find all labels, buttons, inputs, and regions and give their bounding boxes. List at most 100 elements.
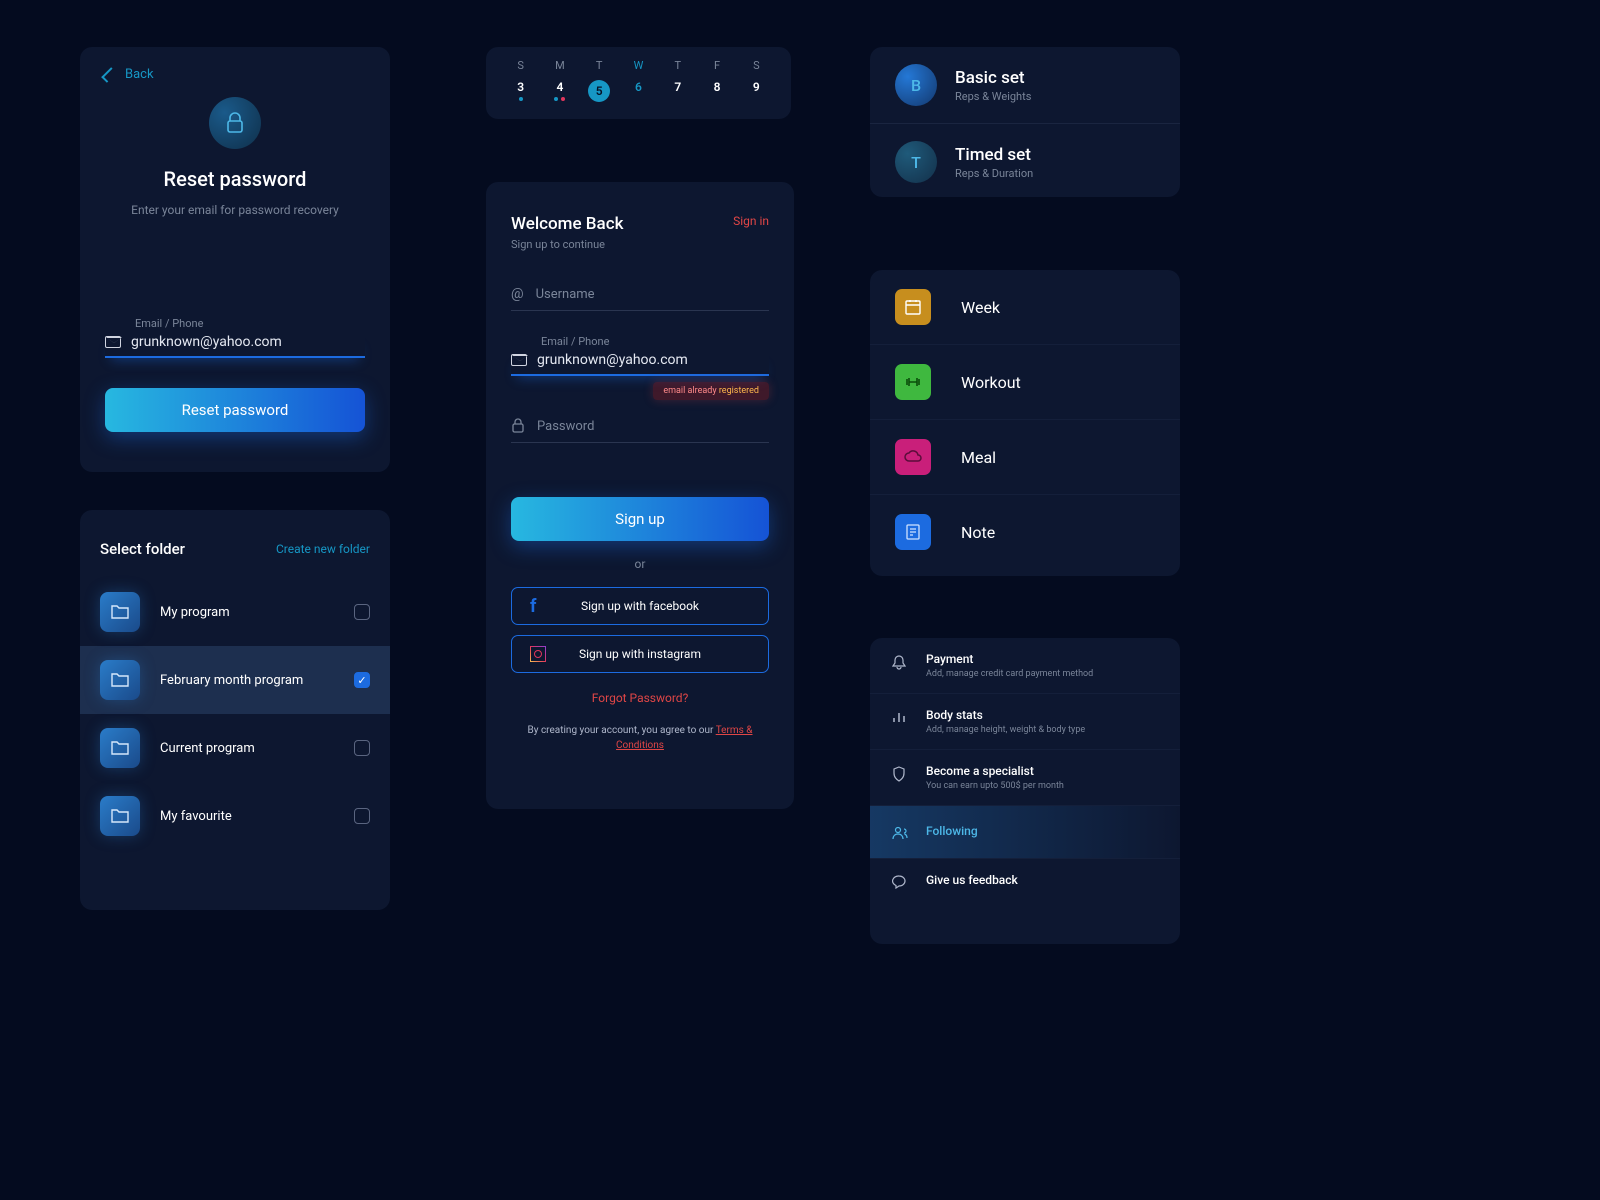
- folder-label: Current program: [160, 741, 334, 756]
- or-separator: or: [511, 557, 769, 571]
- signin-link[interactable]: Sign in: [733, 214, 769, 228]
- password-field[interactable]: Password: [511, 418, 769, 443]
- set-subtitle: Reps & Weights: [955, 90, 1031, 103]
- cal-day-label: M: [545, 59, 575, 72]
- category-item-week[interactable]: Week: [870, 270, 1180, 345]
- folder-label: My program: [160, 605, 334, 620]
- cal-date[interactable]: 4: [545, 80, 575, 102]
- cal-day-label: F: [702, 59, 732, 72]
- calendar-icon: [895, 289, 931, 325]
- folder-label: February month program: [160, 673, 334, 688]
- signup-email-input[interactable]: [537, 352, 769, 368]
- setting-item-following[interactable]: Following: [870, 806, 1180, 859]
- chevron-left-icon: [101, 67, 117, 83]
- email-input[interactable]: [131, 334, 365, 350]
- setting-title: Body stats: [926, 708, 1085, 722]
- folder-item[interactable]: My favourite: [80, 782, 390, 850]
- cal-day-label: S: [741, 59, 771, 72]
- error-badge: email already registered: [653, 382, 769, 400]
- cal-day-label: T: [663, 59, 693, 72]
- set-subtitle: Reps & Duration: [955, 167, 1033, 180]
- reset-subtitle: Enter your email for password recovery: [105, 203, 365, 217]
- category-item-note[interactable]: Note: [870, 495, 1180, 569]
- reset-password-card: Back Reset password Enter your email for…: [80, 47, 390, 472]
- shield-icon: [892, 766, 908, 782]
- chat-icon: [892, 875, 908, 889]
- folder-item[interactable]: Current program: [80, 714, 390, 782]
- email-label: Email / Phone: [541, 335, 769, 348]
- reset-title: Reset password: [105, 167, 365, 191]
- setting-item-bodystats[interactable]: Body stats Add, manage height, weight & …: [870, 694, 1180, 750]
- signup-subtitle: Sign up to continue: [511, 238, 769, 251]
- back-label: Back: [125, 67, 154, 82]
- mail-icon: [105, 336, 121, 348]
- signup-card: Welcome Back Sign in Sign up to continue…: [486, 182, 794, 809]
- username-placeholder: Username: [536, 287, 595, 302]
- instagram-signup-button[interactable]: Sign up with instagram: [511, 635, 769, 673]
- cal-day-label: W: [623, 59, 653, 72]
- category-label: Week: [961, 298, 1000, 317]
- folder-label: My favourite: [160, 809, 334, 824]
- username-field[interactable]: @ Username: [511, 286, 769, 311]
- setting-title: Following: [926, 824, 978, 838]
- cal-day-label: S: [506, 59, 536, 72]
- cal-date[interactable]: 6: [623, 80, 653, 102]
- lock-icon: [511, 418, 525, 434]
- password-placeholder: Password: [537, 419, 594, 434]
- cal-day-label: T: [584, 59, 614, 72]
- set-item-basic[interactable]: B Basic set Reps & Weights: [870, 47, 1180, 124]
- folder-checkbox[interactable]: [354, 740, 370, 756]
- facebook-signup-button[interactable]: f Sign up with facebook: [511, 587, 769, 625]
- folder-item[interactable]: My program: [80, 578, 390, 646]
- category-label: Meal: [961, 448, 996, 467]
- select-folder-card: Select folder Create new folder My progr…: [80, 510, 390, 910]
- calendar-card: S M T W T F S 3 4 5 6 7 8 9: [486, 47, 791, 119]
- set-title: Basic set: [955, 68, 1031, 88]
- category-item-meal[interactable]: Meal: [870, 420, 1180, 495]
- cal-date[interactable]: 3: [506, 80, 536, 102]
- category-item-workout[interactable]: Workout: [870, 345, 1180, 420]
- forgot-password-link[interactable]: Forgot Password?: [511, 691, 769, 705]
- users-icon: [892, 826, 908, 840]
- bell-icon: [892, 654, 908, 670]
- stats-icon: [892, 710, 908, 724]
- setting-title: Become a specialist: [926, 764, 1064, 778]
- category-label: Note: [961, 523, 995, 542]
- instagram-icon: [530, 646, 546, 662]
- setting-item-specialist[interactable]: Become a specialist You can earn upto 50…: [870, 750, 1180, 806]
- folder-checkbox[interactable]: [354, 672, 370, 688]
- cal-date[interactable]: 7: [663, 80, 693, 102]
- lock-icon: [209, 97, 261, 149]
- setting-title: Payment: [926, 652, 1093, 666]
- at-icon: @: [511, 286, 524, 302]
- setting-item-payment[interactable]: Payment Add, manage credit card payment …: [870, 638, 1180, 694]
- settings-card: Payment Add, manage credit card payment …: [870, 638, 1180, 944]
- note-icon: [895, 514, 931, 550]
- back-button[interactable]: Back: [105, 67, 365, 82]
- setting-title: Give us feedback: [926, 873, 1018, 887]
- cal-date[interactable]: 8: [702, 80, 732, 102]
- mail-icon: [511, 354, 527, 366]
- folder-checkbox[interactable]: [354, 808, 370, 824]
- welcome-title: Welcome Back: [511, 214, 623, 234]
- sets-card: B Basic set Reps & Weights T Timed set R…: [870, 47, 1180, 197]
- category-label: Workout: [961, 373, 1021, 392]
- cal-date-today[interactable]: 5: [584, 80, 614, 102]
- facebook-icon: f: [530, 596, 536, 617]
- set-avatar: B: [895, 64, 937, 106]
- set-item-timed[interactable]: T Timed set Reps & Duration: [870, 124, 1180, 200]
- signup-button[interactable]: Sign up: [511, 497, 769, 541]
- setting-item-feedback[interactable]: Give us feedback: [870, 859, 1180, 903]
- folder-item[interactable]: February month program: [80, 646, 390, 714]
- setting-subtitle: You can earn upto 500$ per month: [926, 781, 1064, 791]
- create-folder-link[interactable]: Create new folder: [276, 542, 370, 556]
- set-title: Timed set: [955, 145, 1033, 165]
- folder-checkbox[interactable]: [354, 604, 370, 620]
- terms-text: By creating your account, you agree to o…: [511, 723, 769, 753]
- cloud-icon: [895, 439, 931, 475]
- setting-subtitle: Add, manage height, weight & body type: [926, 725, 1085, 735]
- reset-password-button[interactable]: Reset password: [105, 388, 365, 432]
- cal-date[interactable]: 9: [741, 80, 771, 102]
- dumbbell-icon: [895, 364, 931, 400]
- folder-icon: [100, 660, 140, 700]
